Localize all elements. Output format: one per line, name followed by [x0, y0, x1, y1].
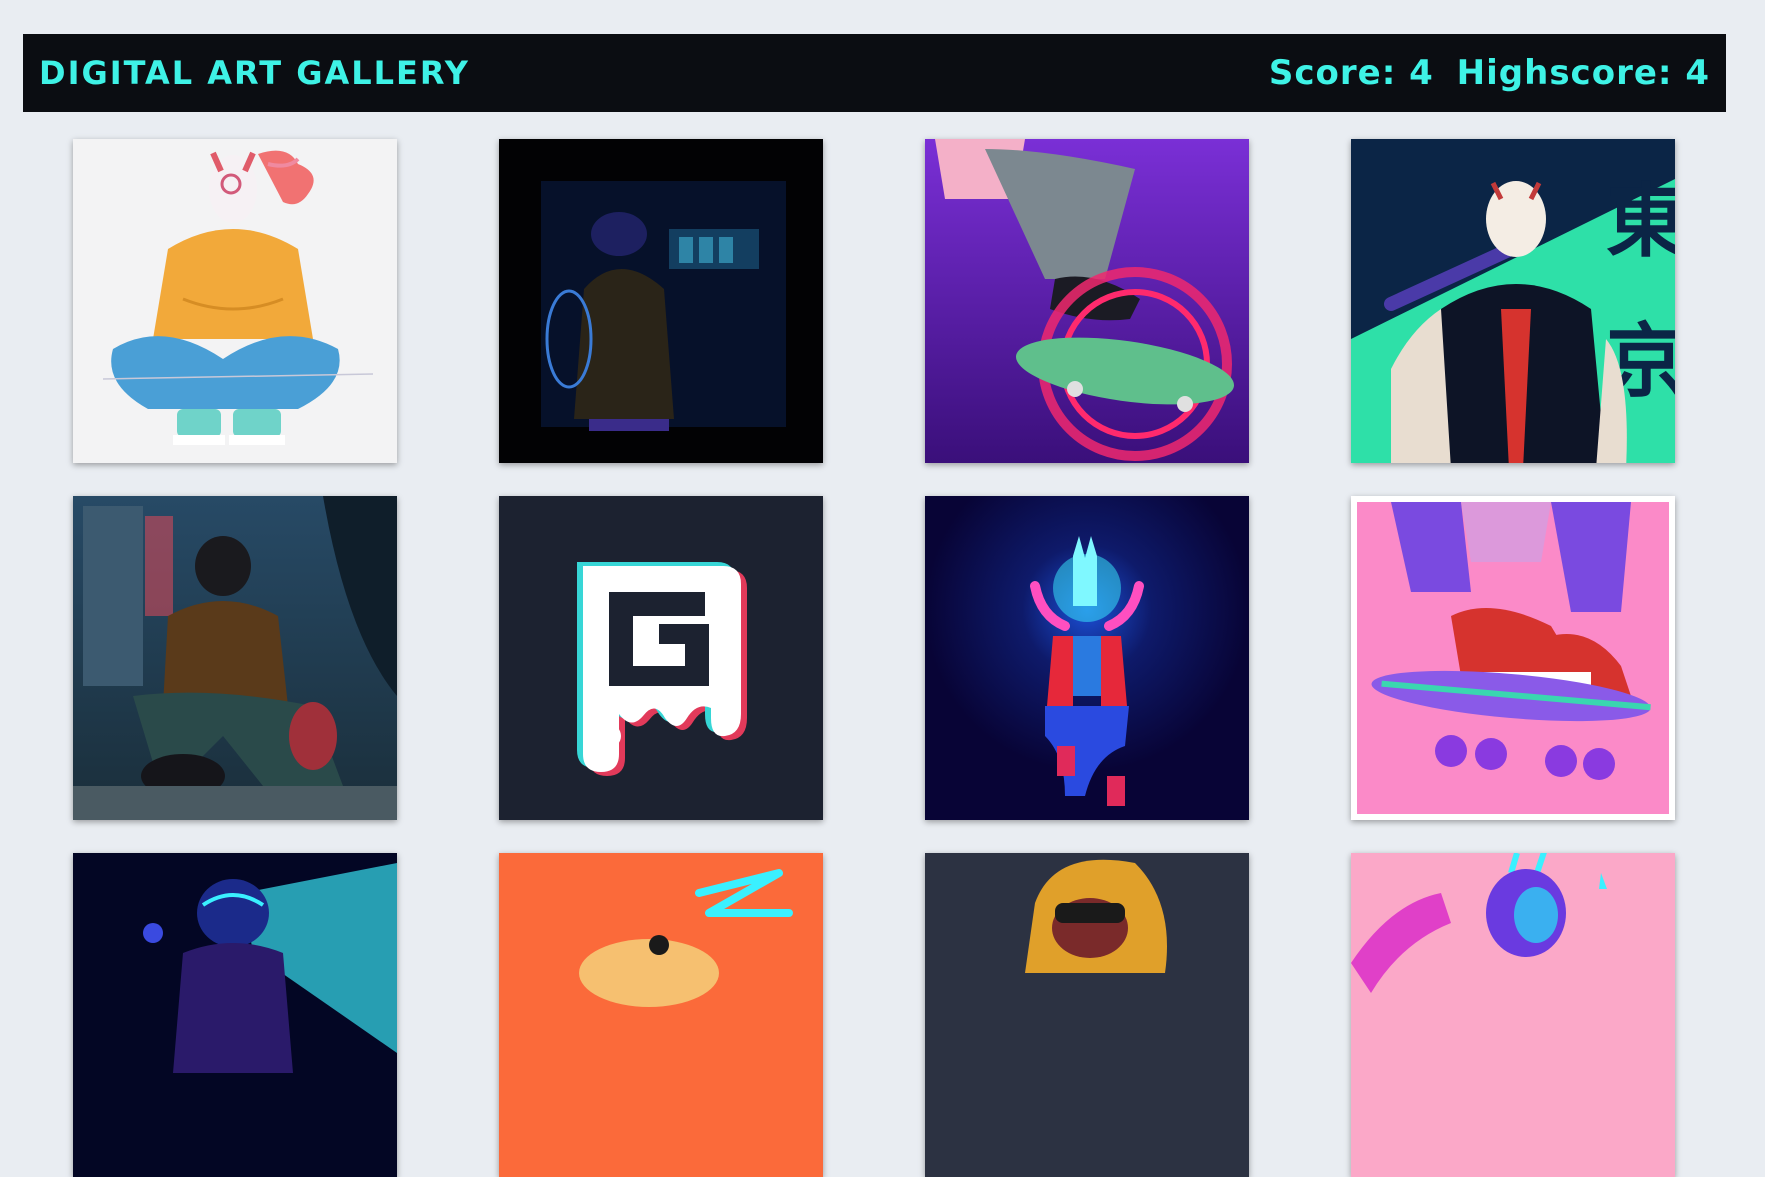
score-display: Score: 4 Highscore: 4 — [1259, 53, 1710, 93]
gallery-title: DIGITAL ART GALLERY — [39, 54, 470, 92]
art-card-orange-character-zigzag[interactable] — [499, 853, 823, 1177]
art-card-fox-mask-bat-tokyo[interactable]: 東 京 — [1351, 139, 1675, 463]
art-image — [925, 496, 1249, 820]
art-image — [73, 496, 397, 820]
art-image — [925, 853, 1249, 1177]
art-image — [73, 139, 397, 463]
art-card-purple-horned-character-pink[interactable] — [1351, 853, 1675, 1177]
art-card-skateboard-neon-ring[interactable] — [925, 139, 1249, 463]
art-card-neon-blue-fox-figure[interactable] — [925, 496, 1249, 820]
art-image — [1351, 496, 1675, 820]
art-card-sneakers-skateboard-pink[interactable] — [1351, 496, 1675, 820]
art-card-yellow-hood-figure[interactable] — [925, 853, 1249, 1177]
art-image — [499, 139, 823, 463]
art-image — [499, 853, 823, 1177]
art-image — [73, 853, 397, 1177]
art-card-ghost-g-logo[interactable] — [499, 496, 823, 820]
art-image — [499, 496, 823, 820]
art-card-hooded-figure-dark-street[interactable] — [499, 139, 823, 463]
svg-text:東: 東 — [1606, 175, 1675, 268]
art-card-grid: 東 京 — [73, 139, 1676, 1177]
highscore-value: Highscore: 4 — [1456, 53, 1710, 93]
art-image — [925, 139, 1249, 463]
gallery-header: DIGITAL ART GALLERY Score: 4 Highscore: … — [23, 34, 1726, 112]
score-value: Score: 4 — [1268, 53, 1434, 93]
art-image — [1351, 853, 1675, 1177]
art-card-helmet-figure-cyan-light[interactable] — [73, 853, 397, 1177]
art-card-fox-mask-yellow-hoodie[interactable] — [73, 139, 397, 463]
art-card-sitting-figure-city-night[interactable] — [73, 496, 397, 820]
art-image: 東 京 — [1351, 139, 1675, 463]
